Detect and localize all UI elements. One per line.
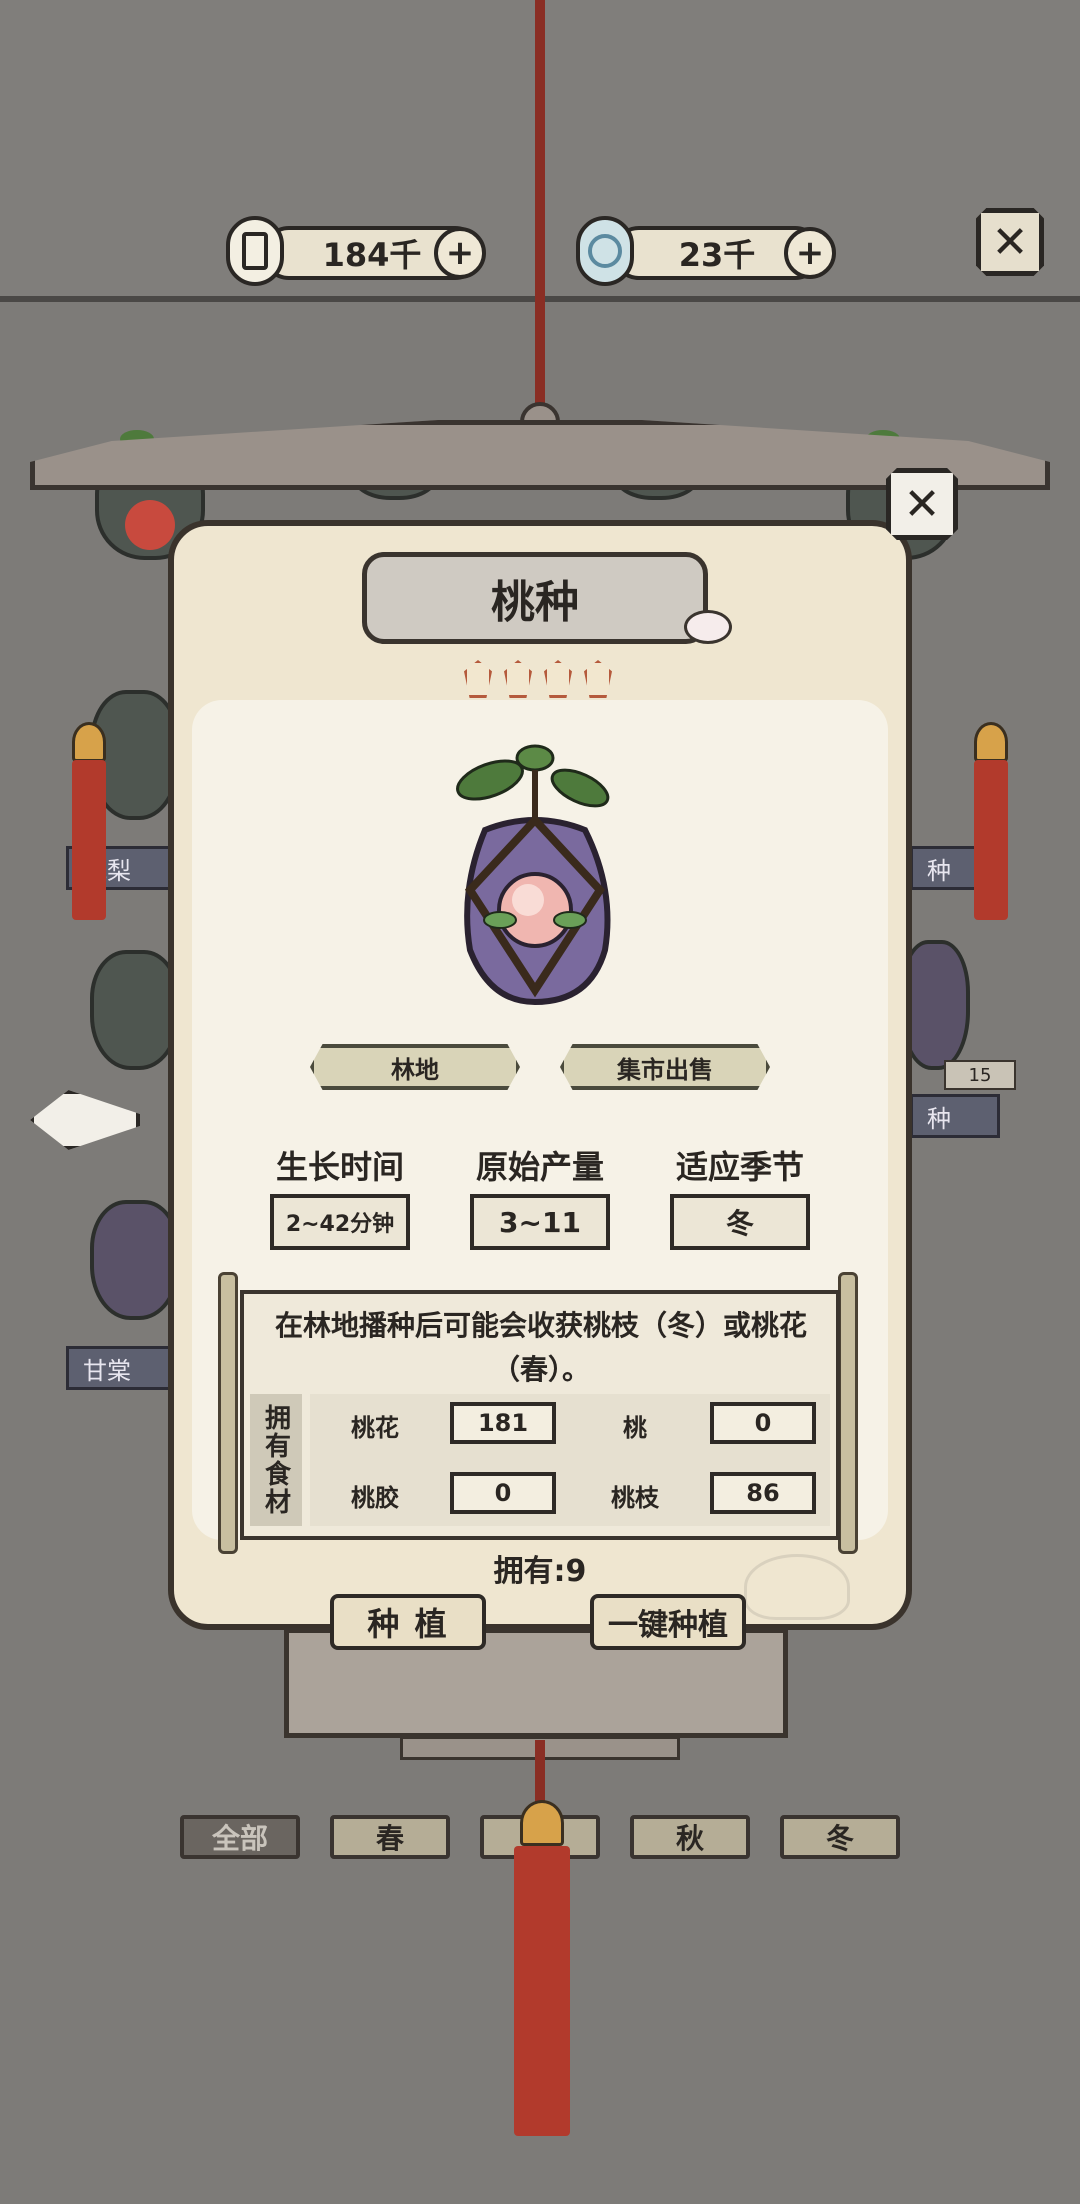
stat-value-season: 冬: [670, 1194, 810, 1250]
seed-label-text: 甘棠: [83, 1356, 131, 1385]
spirit-orb-icon: [576, 216, 634, 286]
stat-value-text: 2~42分钟: [285, 1212, 395, 1237]
tassel-right: [974, 760, 1008, 920]
count-badge-text: 15: [968, 1064, 992, 1086]
add-orbs-button[interactable]: +: [784, 227, 836, 279]
flower-ornament-icon: [684, 610, 732, 644]
seed-label-text: 种: [927, 1104, 951, 1133]
ingredient-count: 181: [450, 1402, 556, 1444]
coin-value: 184千: [322, 236, 422, 274]
plant-all-button[interactable]: 一键种植: [590, 1594, 746, 1650]
seed-label-right[interactable]: 种: [910, 1094, 1000, 1138]
seed-title-plate: 桃种: [362, 552, 708, 644]
filter-autumn[interactable]: 秋: [630, 1815, 750, 1859]
scroll-rod-left: [218, 1272, 238, 1554]
owned-count: 拥有:9: [493, 1554, 587, 1589]
inventory-header: 拥有食材: [250, 1394, 302, 1526]
scroll-left-arrow-icon[interactable]: [30, 1090, 140, 1150]
stat-value-growth: 2~42分钟: [270, 1194, 410, 1250]
ingredient-count-text: 181: [477, 1409, 529, 1437]
plus-icon: +: [445, 233, 475, 273]
filter-spring[interactable]: 春: [330, 1815, 450, 1859]
peach-seed-bag-icon: [430, 740, 640, 1010]
tassel-cap: [520, 1800, 564, 1846]
plus-icon: +: [795, 233, 825, 273]
plant-button-label: 种 植: [367, 1605, 449, 1643]
tassel-cap: [974, 722, 1008, 762]
filter-label: 春: [375, 1822, 404, 1855]
coin-icon: [226, 216, 284, 286]
ingredient-count-text: 0: [754, 1409, 772, 1437]
plant-all-button-label: 一键种植: [608, 1608, 728, 1643]
filter-label: 秋: [675, 1822, 704, 1855]
ingredient-name: 桃: [623, 1414, 647, 1442]
seed-label-text: 种: [927, 856, 951, 885]
bottom-tassel: [514, 1846, 570, 2136]
inventory-header-text: 拥有食材: [260, 1404, 291, 1516]
close-icon: ✕: [991, 216, 1029, 268]
tag-label: 集市出售: [617, 1055, 713, 1084]
seed-description: 在林地播种后可能会收获桃枝（冬）或桃花（春）。: [274, 1309, 807, 1386]
stat-value-text: 冬: [725, 1207, 754, 1240]
ingredient-count-text: 86: [746, 1479, 780, 1507]
close-icon: ✕: [903, 478, 941, 530]
close-dialog-button[interactable]: ✕: [886, 468, 958, 540]
ingredient-count-text: 0: [494, 1479, 512, 1507]
stat-label-yield: 原始产量: [475, 1148, 604, 1186]
orb-value: 23千: [678, 236, 756, 274]
count-badge: 15: [944, 1060, 1016, 1090]
apple-icon: [125, 500, 175, 550]
ingredient-count: 0: [710, 1402, 816, 1444]
seed-bag-bg[interactable]: [90, 950, 180, 1070]
scroll-rod-right: [838, 1272, 858, 1554]
filter-all[interactable]: 全部: [180, 1815, 300, 1859]
filter-winter[interactable]: 冬: [780, 1815, 900, 1859]
plant-button[interactable]: 种 植: [330, 1594, 486, 1650]
ingredient-name: 桃花: [351, 1414, 399, 1442]
teapot-icon: [744, 1554, 850, 1620]
ingredient-count: 86: [710, 1472, 816, 1514]
stat-value-yield: 3~11: [470, 1194, 610, 1250]
filter-label: 全部: [211, 1822, 268, 1855]
close-screen-button[interactable]: ✕: [976, 208, 1044, 276]
ingredient-name: 桃胶: [351, 1484, 399, 1512]
ingredient-count: 0: [450, 1472, 556, 1514]
stat-label-season: 适应季节: [675, 1148, 804, 1186]
tag-label: 林地: [391, 1055, 439, 1084]
tassel-left: [72, 760, 106, 920]
ingredient-name: 桃枝: [611, 1484, 659, 1512]
tag-terrain[interactable]: 林地: [310, 1044, 520, 1090]
stat-label-growth: 生长时间: [275, 1148, 404, 1186]
seed-label-left[interactable]: 甘棠: [66, 1346, 176, 1390]
tag-market[interactable]: 集市出售: [560, 1044, 770, 1090]
tassel-cap: [72, 722, 106, 762]
add-coins-button[interactable]: +: [434, 227, 486, 279]
filter-label: 冬: [825, 1822, 854, 1855]
stat-value-text: 3~11: [499, 1205, 581, 1239]
seed-title: 桃种: [491, 577, 579, 628]
seed-bag-bg[interactable]: [90, 1200, 180, 1320]
hanging-rope: [535, 0, 545, 420]
